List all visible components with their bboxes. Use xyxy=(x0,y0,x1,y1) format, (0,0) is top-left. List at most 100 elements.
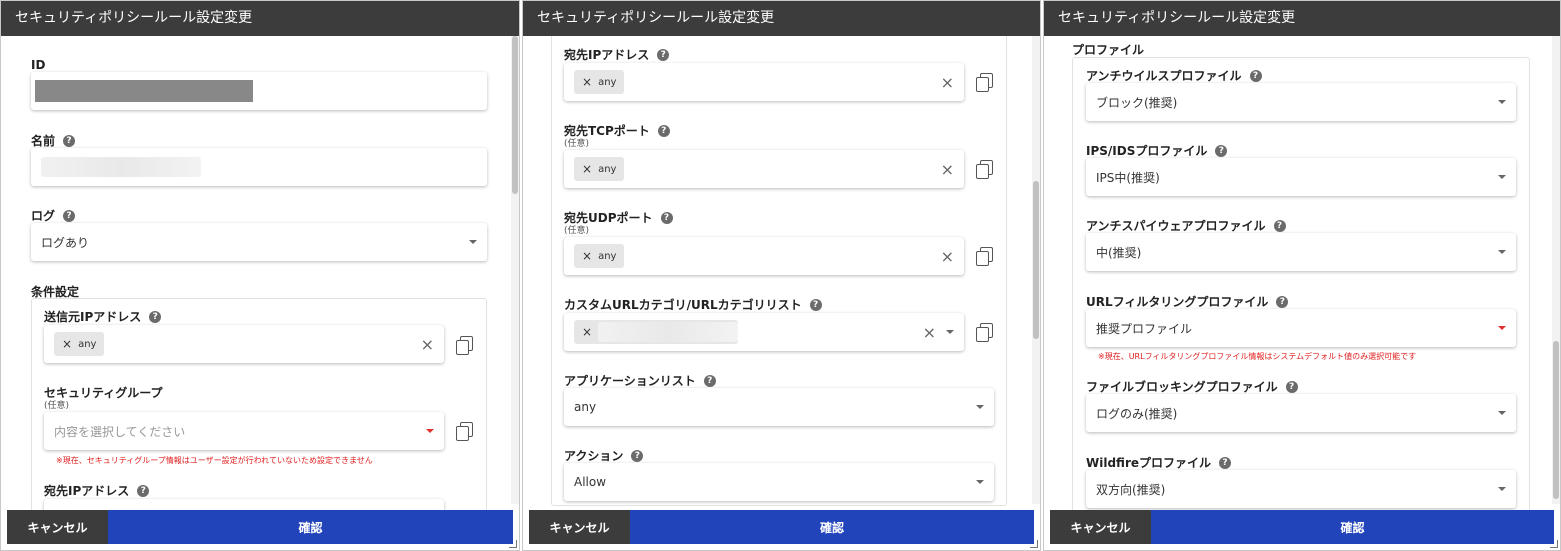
wildfire-label: Wildfireプロファイル? xyxy=(1086,454,1232,471)
security-group-select[interactable]: 内容を選択してください xyxy=(44,412,444,450)
chevron-down-icon xyxy=(1498,326,1506,330)
address-chip[interactable]: × any xyxy=(54,332,105,356)
chevron-down-icon xyxy=(946,330,954,334)
app-list-select[interactable]: any xyxy=(564,388,994,426)
dest-ip-field[interactable] xyxy=(44,499,444,510)
profiles-heading: プロファイル xyxy=(1072,43,1145,57)
help-icon[interactable]: ? xyxy=(660,211,673,224)
copy-icon[interactable] xyxy=(976,160,993,179)
copy-icon[interactable] xyxy=(976,247,993,266)
scrollbar-thumb[interactable] xyxy=(1553,341,1559,499)
action-label: アクション? xyxy=(564,447,644,464)
help-icon[interactable]: ? xyxy=(1273,219,1286,232)
optional-label: (任意) xyxy=(44,401,70,411)
dialog-panel-2: セキュリティポリシールール設定変更 宛先IPアドレス? × any × 宛先TCP… xyxy=(522,0,1041,551)
clear-icon[interactable]: × xyxy=(941,247,954,266)
file-blocking-label: ファイルブロッキングプロファイル? xyxy=(1086,378,1298,395)
ips-select[interactable]: IPS中(推奨) xyxy=(1086,158,1516,196)
confirm-button[interactable]: 確認 xyxy=(108,510,513,544)
help-icon[interactable]: ? xyxy=(149,310,162,323)
name-field[interactable] xyxy=(31,148,487,186)
security-group-warning: ※現在、セキュリティグループ情報はユーザー設定が行われていないため設定できません xyxy=(56,456,373,465)
help-icon[interactable]: ? xyxy=(1285,380,1298,393)
udp-port-field[interactable]: × any × xyxy=(564,237,964,275)
redacted-id-value xyxy=(35,80,253,102)
optional-label: (任意) xyxy=(564,226,590,236)
chevron-down-icon xyxy=(1498,100,1506,104)
dialog-panel-3: セキュリティポリシールール設定変更 プロファイル アンチウイルスプロファイル? … xyxy=(1043,0,1561,551)
help-icon[interactable]: ? xyxy=(657,124,670,137)
clear-icon[interactable]: × xyxy=(421,335,434,354)
dest-ip-field[interactable]: × any × xyxy=(564,63,964,101)
help-icon[interactable]: ? xyxy=(703,374,716,387)
close-icon[interactable]: × xyxy=(582,249,592,263)
chevron-down-icon xyxy=(976,405,984,409)
help-icon[interactable]: ? xyxy=(137,484,150,497)
chevron-down-icon xyxy=(1498,250,1506,254)
close-icon[interactable]: × xyxy=(582,325,592,339)
scrollbar[interactable] xyxy=(1032,36,1040,504)
app-list-label: アプリケーションリスト? xyxy=(564,372,716,389)
dialog-title: セキュリティポリシールール設定変更 xyxy=(1044,1,1560,36)
help-icon[interactable]: ? xyxy=(657,48,670,61)
category-chip[interactable]: × xyxy=(574,320,739,344)
copy-icon[interactable] xyxy=(976,323,993,342)
url-filter-select[interactable]: 推奨プロファイル xyxy=(1086,309,1516,347)
clear-icon[interactable]: × xyxy=(941,160,954,179)
resize-grip[interactable] xyxy=(1550,540,1558,548)
help-icon[interactable]: ? xyxy=(63,209,76,222)
tcp-port-field[interactable]: × any × xyxy=(564,150,964,188)
source-ip-field[interactable]: × any × xyxy=(44,325,444,363)
cancel-button[interactable]: キャンセル xyxy=(7,510,108,544)
help-icon[interactable]: ? xyxy=(63,134,76,147)
optional-label: (任意) xyxy=(564,139,590,149)
url-filter-warning: ※現在、URLフィルタリングプロファイル情報はシステムデフォルト値のみ選択可能で… xyxy=(1098,352,1417,361)
close-icon[interactable]: × xyxy=(582,162,592,176)
dialog-title: セキュリティポリシールール設定変更 xyxy=(523,1,1040,36)
copy-icon[interactable] xyxy=(976,73,993,92)
port-chip[interactable]: × any xyxy=(574,244,625,268)
scrollbar[interactable] xyxy=(1552,36,1560,504)
close-icon[interactable]: × xyxy=(582,75,592,89)
wildfire-select[interactable]: 双方向(推奨) xyxy=(1086,470,1516,508)
dialog-title: セキュリティポリシールール設定変更 xyxy=(1,1,519,36)
dialog-footer: キャンセル 確認 xyxy=(1050,510,1554,544)
copy-icon[interactable] xyxy=(456,336,473,355)
resize-grip[interactable] xyxy=(509,540,517,548)
cancel-button[interactable]: キャンセル xyxy=(529,510,630,544)
help-icon[interactable]: ? xyxy=(1219,456,1232,469)
help-icon[interactable]: ? xyxy=(1215,144,1228,157)
dest-ip-label: 宛先IPアドレス? xyxy=(564,46,670,63)
id-field[interactable] xyxy=(31,72,487,110)
port-chip[interactable]: × any xyxy=(574,157,625,181)
action-select[interactable]: Allow xyxy=(564,463,994,501)
url-category-select[interactable]: × × xyxy=(564,313,964,351)
scrollbar-thumb[interactable] xyxy=(1033,181,1039,339)
chevron-down-icon xyxy=(469,240,477,244)
help-icon[interactable]: ? xyxy=(809,298,822,311)
confirm-button[interactable]: 確認 xyxy=(1151,510,1554,544)
url-category-label: カスタムURLカテゴリ/URLカテゴリリスト? xyxy=(564,296,822,313)
copy-icon[interactable] xyxy=(456,422,473,441)
clear-icon[interactable]: × xyxy=(941,73,954,92)
blurred-name-value xyxy=(41,157,201,177)
resize-grip[interactable] xyxy=(1030,540,1038,548)
dialog-panel-1: セキュリティポリシールール設定変更 ID 名前? ログ? ログあり 条件設定 送… xyxy=(0,0,520,551)
close-icon[interactable]: × xyxy=(62,337,72,351)
help-icon[interactable]: ? xyxy=(1249,69,1262,82)
address-chip[interactable]: × any xyxy=(574,70,625,94)
cancel-button[interactable]: キャンセル xyxy=(1050,510,1151,544)
antivirus-select[interactable]: ブロック(推奨) xyxy=(1086,83,1516,121)
log-select[interactable]: ログあり xyxy=(31,223,487,261)
scrollbar[interactable] xyxy=(511,36,519,504)
antispyware-select[interactable]: 中(推奨) xyxy=(1086,233,1516,271)
file-blocking-select[interactable]: ログのみ(推奨) xyxy=(1086,394,1516,432)
scrollbar-thumb[interactable] xyxy=(512,36,518,194)
clear-icon[interactable]: × xyxy=(923,323,936,342)
url-filter-label: URLフィルタリングプロファイル? xyxy=(1086,293,1289,310)
ips-label: IPS/IDSプロファイル? xyxy=(1086,142,1228,159)
help-icon[interactable]: ? xyxy=(1276,295,1289,308)
help-icon[interactable]: ? xyxy=(631,449,644,462)
chevron-down-icon xyxy=(976,480,984,484)
confirm-button[interactable]: 確認 xyxy=(630,510,1034,544)
